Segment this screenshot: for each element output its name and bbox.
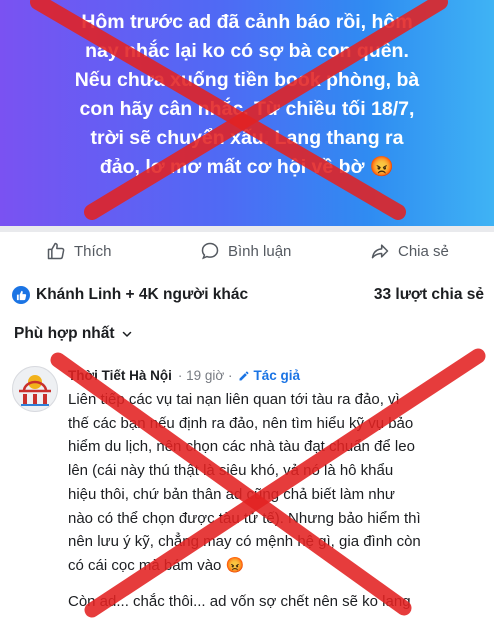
action-bar: Thích Bình luận Chia sẻ: [0, 232, 494, 268]
comment-header: Thời Tiết Hà Nội · 19 giờ · Tác giả: [68, 368, 300, 383]
post-text-line: Hôm trước ad đã cảnh báo rồi, hôm: [81, 11, 413, 33]
post-text-line: nay nhắc lại ko có sợ bà con quên.: [85, 40, 409, 62]
comment-icon: [201, 242, 219, 260]
like-button[interactable]: Thích: [46, 238, 112, 264]
comment-line: thế các bạn nếu định ra đảo, nên tìm hiể…: [68, 414, 414, 432]
comment-line: nào có thể chọn được tàu tử tế). Nhưng b…: [68, 509, 421, 527]
share-button[interactable]: Chia sẻ: [370, 238, 449, 264]
post-text-line: Nếu chưa xuống tiền book phòng, bà: [74, 69, 420, 91]
author-badge: Tác giả: [238, 368, 300, 383]
like-label: Thích: [74, 242, 112, 260]
author-badge-label: Tác giả: [253, 368, 301, 383]
avatar-icon: [19, 375, 51, 406]
reactions-row: Khánh Linh + 4K người khác 33 lượt chia …: [12, 283, 484, 307]
comment-sort-dropdown[interactable]: Phù hợp nhất: [14, 325, 133, 343]
comment-author[interactable]: Thời Tiết Hà Nội: [68, 368, 172, 383]
like-reaction-icon: [12, 286, 30, 304]
comment-line: lên (cái này thú thật là siêu khó, vả nó…: [68, 462, 394, 480]
comment-time: · 19 giờ ·: [177, 368, 233, 383]
post-text-line: con hãy cân nhắc. Từ chiều tối 18/7,: [79, 98, 415, 120]
sort-label: Phù hợp nhất: [14, 325, 115, 342]
comment-line: nên lưu ý kỹ, chẳng may có mệnh hệ gì, g…: [68, 533, 421, 551]
comment-line: có cái cọc mà bám vào 😡: [68, 556, 245, 574]
like-icon: [47, 242, 65, 260]
comment-label: Bình luận: [228, 242, 292, 260]
reactions-text: Khánh Linh + 4K người khác: [36, 286, 249, 303]
post-text: Hôm trước ad đã cảnh báo rồi, hôm nay nh…: [22, 8, 472, 182]
avatar[interactable]: [12, 366, 58, 412]
comment-tail: Còn ad... chắc thôi... ad vốn sợ chết nê…: [68, 593, 411, 610]
post-text-line: đảo, lơ mơ mất cơ hội về bờ 😡: [99, 156, 395, 178]
share-count[interactable]: 33 lượt chia sẻ: [374, 286, 484, 304]
share-label: Chia sẻ: [398, 242, 449, 260]
post-text-line: trời sẽ chuyển xấu. Lang thang ra: [90, 127, 404, 149]
comment-body: Liên tiếp các vụ tai nạn liên quan tới t…: [68, 388, 488, 578]
comment-line: Liên tiếp các vụ tai nạn liên quan tới t…: [68, 391, 400, 408]
chevron-down-icon: [122, 331, 131, 337]
reactions-summary[interactable]: Khánh Linh + 4K người khác: [12, 286, 248, 304]
pencil-icon: [239, 371, 249, 380]
comment-button[interactable]: Bình luận: [200, 238, 291, 264]
comment-line: hiểm du lịch, nên chọn các nhà tàu đạt c…: [68, 438, 415, 456]
share-icon: [371, 244, 389, 259]
comment-line: hiệu thôi, chứ bản thân ad cũng chả biết…: [68, 485, 395, 503]
